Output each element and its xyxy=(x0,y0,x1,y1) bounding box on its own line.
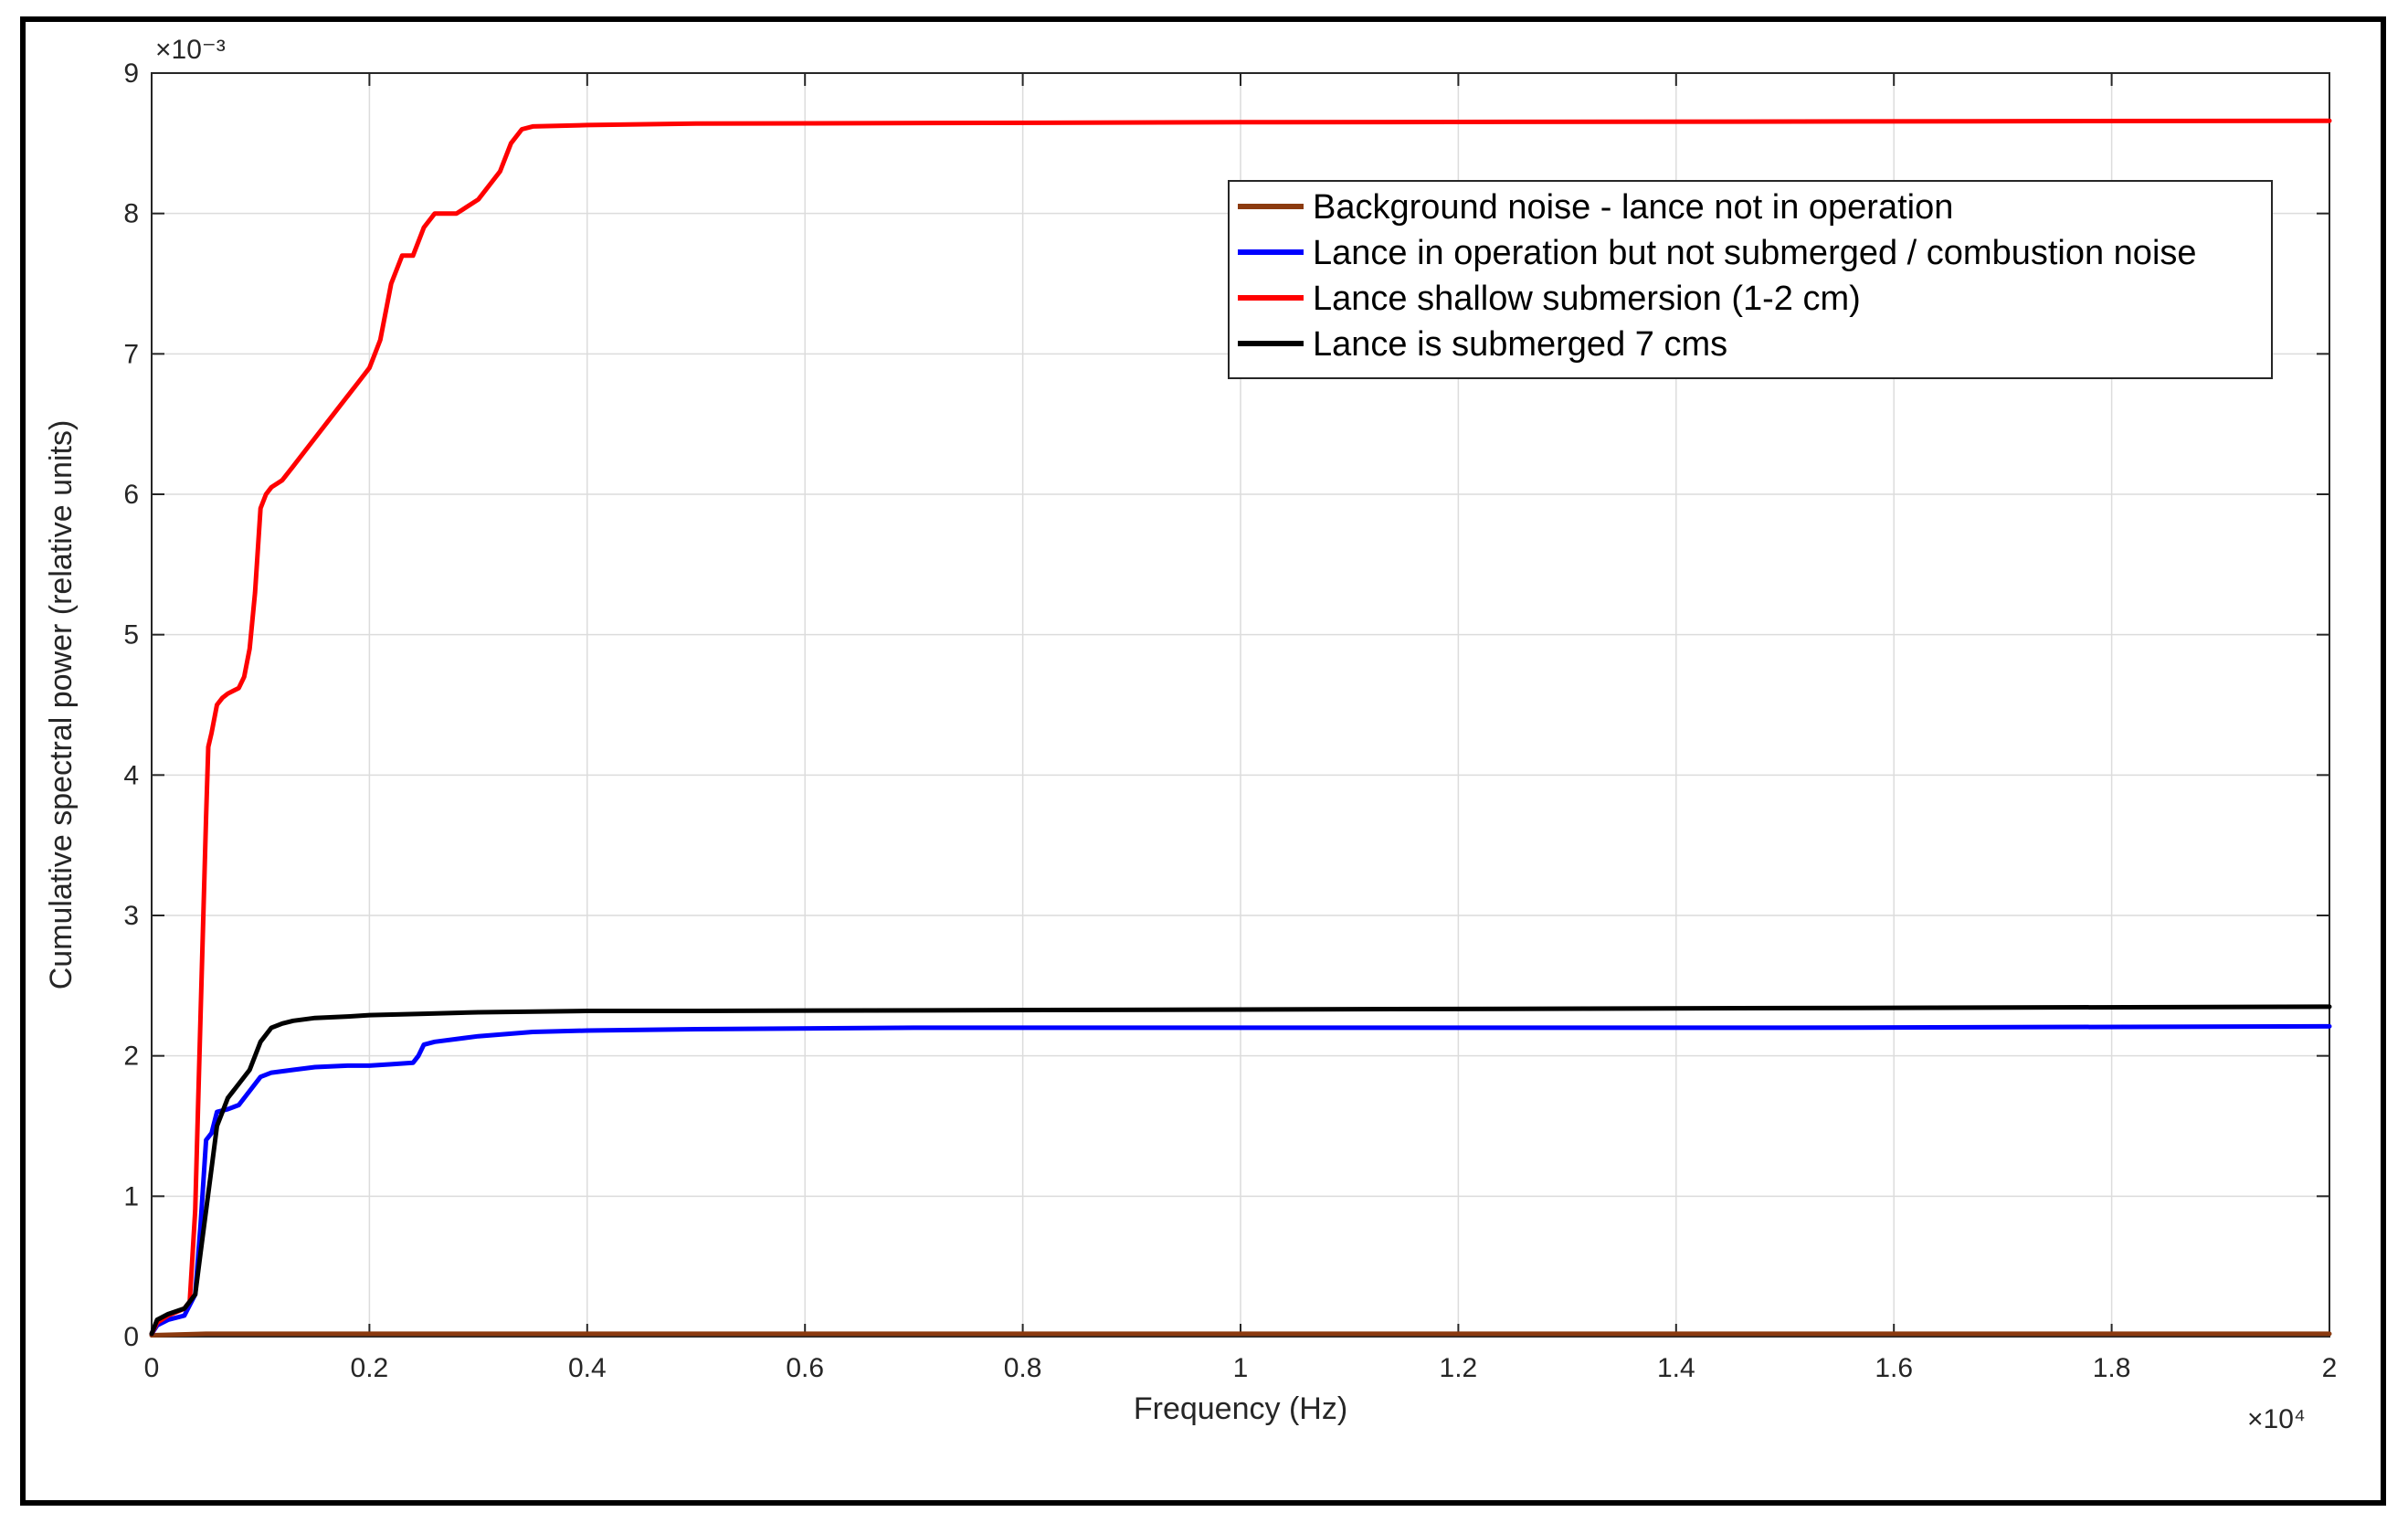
legend-label: Background noise - lance not in operatio… xyxy=(1313,188,1953,227)
x-axis-multiplier: ×10⁴ xyxy=(2247,1404,2306,1434)
y-tick-label: 0 xyxy=(123,1322,139,1352)
x-tick-label: 1.2 xyxy=(1440,1353,1478,1383)
x-tick-label: 0 xyxy=(144,1353,160,1383)
legend: Background noise - lance not in operatio… xyxy=(1228,180,2273,379)
y-tick-label: 6 xyxy=(123,480,139,510)
y-tick-label: 9 xyxy=(123,58,139,89)
x-tick-label: 0.2 xyxy=(351,1353,389,1383)
x-tick-label: 0.8 xyxy=(1004,1353,1042,1383)
legend-label: Lance shallow submersion (1-2 cm) xyxy=(1313,280,1861,318)
x-tick-label: 1 xyxy=(1233,1353,1249,1383)
y-tick-label: 5 xyxy=(123,620,139,650)
x-tick-label: 1.8 xyxy=(2093,1353,2131,1383)
line-chart: 0 0.2 0.4 0.6 0.8 1 1.2 1.4 1.6 1.8 2 0 1 2 3 4 5 6 7 8 9 ×1… xyxy=(44,35,2338,1434)
x-tick-label: 2 xyxy=(2322,1353,2338,1383)
x-tick-label: 0.4 xyxy=(568,1353,607,1383)
legend-label: Lance in operation but not submerged / c… xyxy=(1313,234,2197,272)
series-line-1 xyxy=(149,1331,2332,1338)
x-axis-label: Frequency (Hz) xyxy=(1134,1391,1347,1426)
x-tick-label: 1.4 xyxy=(1657,1353,1695,1383)
y-tick-label: 8 xyxy=(123,199,139,229)
y-tick-label: 4 xyxy=(123,760,139,790)
y-axis-multiplier: ×10⁻³ xyxy=(155,35,226,65)
legend-label: Lance is submerged 7 cms xyxy=(1313,325,1727,364)
y-tick-label: 7 xyxy=(123,339,139,369)
y-tick-label: 3 xyxy=(123,901,139,931)
y-tick-label: 1 xyxy=(123,1181,139,1211)
x-tick-label: 0.6 xyxy=(786,1353,824,1383)
y-tick-label: 2 xyxy=(123,1042,139,1072)
x-tick-label: 1.6 xyxy=(1875,1353,1913,1383)
y-axis-label: Cumulative spectral power (relative unit… xyxy=(44,420,79,990)
